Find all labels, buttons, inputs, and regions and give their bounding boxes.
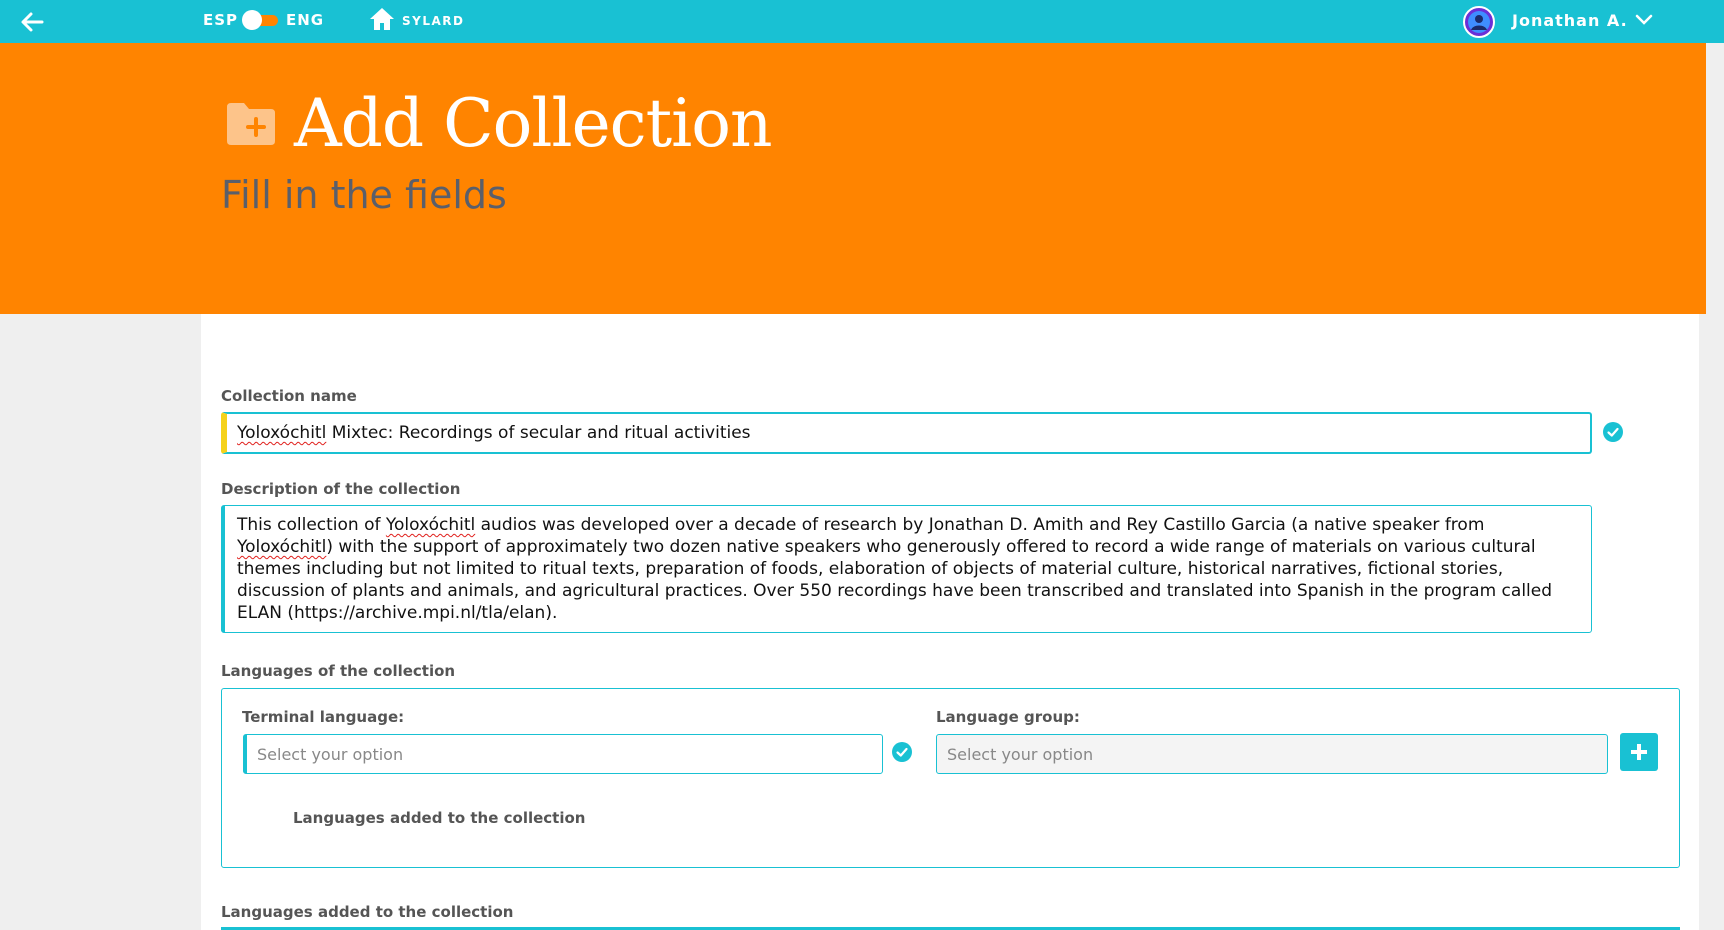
collection-name-text: Mixtec: Recordings of secular and ritual…	[326, 423, 751, 443]
chevron-down-icon	[1635, 14, 1653, 25]
form-card: Collection name Yoloxóchitl Mixtec: Reco…	[201, 314, 1699, 930]
toggle-knob	[242, 10, 262, 30]
languages-added-inner-label: Languages added to the collection	[293, 809, 586, 827]
top-navigation-bar: ESP ENG SYLARD Jonathan A.	[0, 0, 1724, 43]
page-header: Add Collection Fill in the fields	[0, 43, 1724, 314]
home-icon	[370, 8, 394, 30]
description-text-3: ) with the support of approximately two …	[237, 537, 1553, 623]
terminal-language-label: Terminal language:	[242, 708, 405, 726]
collection-name-label: Collection name	[221, 387, 357, 405]
language-toggle[interactable]	[242, 10, 280, 30]
user-menu[interactable]: Jonathan A.	[1463, 4, 1703, 38]
page-title: Add Collection	[294, 85, 772, 162]
languages-section-label: Languages of the collection	[221, 662, 456, 680]
description-text-2: audios was developed over a decade of re…	[475, 515, 1485, 535]
back-arrow-icon[interactable]	[18, 8, 46, 36]
page-subtitle: Fill in the fields	[221, 173, 507, 217]
plus-icon	[1631, 744, 1647, 760]
add-language-button[interactable]	[1620, 733, 1658, 771]
misspelled-word: Yoloxóchitl	[237, 423, 327, 443]
folder-plus-icon	[227, 103, 275, 145]
languages-added-label: Languages added to the collection	[221, 903, 514, 921]
description-textarea[interactable]: This collection of Yoloxóchitl audios wa…	[221, 505, 1592, 633]
user-name: Jonathan A.	[1512, 11, 1628, 30]
language-group-label: Language group:	[936, 708, 1080, 726]
language-option-eng[interactable]: ENG	[286, 11, 324, 29]
languages-panel: Terminal language: Select your option La…	[221, 688, 1680, 868]
valid-check-icon	[892, 742, 912, 762]
language-group-select[interactable]: Select your option	[936, 734, 1608, 774]
terminal-language-select[interactable]: Select your option	[243, 734, 883, 774]
valid-check-icon	[1603, 422, 1623, 442]
page-scrollbar[interactable]	[1706, 43, 1724, 930]
misspelled-word: Yoloxóchitl	[385, 515, 476, 535]
description-text-1: This collection of	[237, 515, 386, 535]
collection-name-input[interactable]: Yoloxóchitl Mixtec: Recordings of secula…	[221, 412, 1592, 454]
user-avatar-icon	[1463, 6, 1495, 38]
misspelled-word: Yoloxóchitl	[237, 537, 327, 557]
description-label: Description of the collection	[221, 480, 461, 498]
language-option-esp[interactable]: ESP	[203, 11, 238, 29]
home-label: SYLARD	[402, 14, 465, 28]
